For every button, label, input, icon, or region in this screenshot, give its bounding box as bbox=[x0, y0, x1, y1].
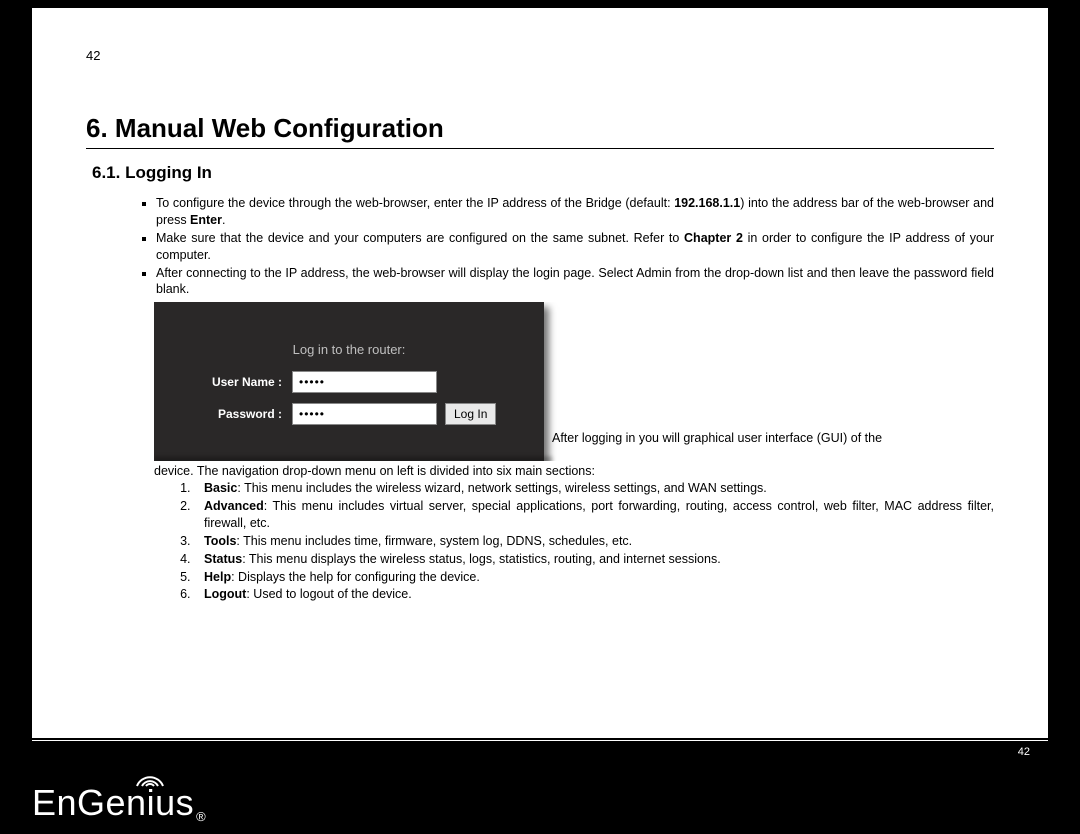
text: : This menu displays the wireless status… bbox=[242, 552, 720, 566]
brand-text: EnGenius bbox=[32, 782, 194, 824]
bullet-item: Make sure that the device and your compu… bbox=[156, 230, 994, 264]
password-row: Password : Log In bbox=[182, 403, 516, 425]
login-button[interactable]: Log In bbox=[445, 403, 496, 425]
after-login-text-below: device. The navigation drop-down menu on… bbox=[154, 463, 994, 480]
list-item: Logout: Used to logout of the device. bbox=[194, 586, 994, 603]
list-item: Tools: This menu includes time, firmware… bbox=[194, 533, 994, 550]
brand-logo: EnGenius® bbox=[32, 782, 206, 824]
text: : Used to logout of the device. bbox=[246, 587, 411, 601]
list-item: Basic: This menu includes the wireless w… bbox=[194, 480, 994, 497]
ip-address: 192.168.1.1 bbox=[674, 196, 740, 210]
section-name: Basic bbox=[204, 481, 237, 495]
after-login-text-right: After logging in you will graphical user… bbox=[544, 302, 994, 447]
text: : This menu includes virtual server, spe… bbox=[204, 499, 994, 530]
document-page: 42 6. Manual Web Configuration 6.1. Logg… bbox=[32, 8, 1048, 738]
bullet-item: After connecting to the IP address, the … bbox=[156, 265, 994, 299]
text: : Displays the help for configuring the … bbox=[231, 570, 480, 584]
page-number-top: 42 bbox=[86, 48, 994, 63]
bullet-item: To configure the device through the web-… bbox=[156, 195, 994, 229]
footer-divider bbox=[32, 740, 1048, 741]
text: . bbox=[222, 213, 225, 227]
text: To configure the device through the web-… bbox=[156, 196, 674, 210]
sections-list: Basic: This menu includes the wireless w… bbox=[86, 480, 994, 603]
username-row: User Name : bbox=[182, 371, 516, 393]
chapter-heading: 6. Manual Web Configuration bbox=[86, 113, 994, 149]
text: : This menu includes the wireless wizard… bbox=[237, 481, 766, 495]
username-input[interactable] bbox=[292, 371, 437, 393]
username-label: User Name : bbox=[182, 375, 282, 389]
section-name: Tools bbox=[204, 534, 236, 548]
section-name: Status bbox=[204, 552, 242, 566]
text: Make sure that the device and your compu… bbox=[156, 231, 684, 245]
login-screenshot-wrap: Log in to the router: User Name : Passwo… bbox=[154, 302, 994, 461]
section-name: Advanced bbox=[204, 499, 264, 513]
list-item: Help: Displays the help for configuring … bbox=[194, 569, 994, 586]
login-title: Log in to the router: bbox=[182, 342, 516, 357]
section-name: Help bbox=[204, 570, 231, 584]
login-panel: Log in to the router: User Name : Passwo… bbox=[154, 302, 544, 461]
chapter-ref: Chapter 2 bbox=[684, 231, 743, 245]
section-name: Logout bbox=[204, 587, 246, 601]
list-item: Advanced: This menu includes virtual ser… bbox=[194, 498, 994, 532]
page-footer: 42 EnGenius® bbox=[0, 740, 1080, 834]
page-number-bottom: 42 bbox=[1018, 746, 1030, 758]
password-input[interactable] bbox=[292, 403, 437, 425]
password-label: Password : bbox=[182, 407, 282, 421]
section-heading: 6.1. Logging In bbox=[92, 163, 994, 183]
registered-mark-icon: ® bbox=[196, 809, 206, 824]
intro-bullets: To configure the device through the web-… bbox=[86, 195, 994, 298]
list-item: Status: This menu displays the wireless … bbox=[194, 551, 994, 568]
text: : This menu includes time, firmware, sys… bbox=[236, 534, 632, 548]
wifi-arc-icon bbox=[133, 766, 167, 788]
key-name: Enter bbox=[190, 213, 222, 227]
